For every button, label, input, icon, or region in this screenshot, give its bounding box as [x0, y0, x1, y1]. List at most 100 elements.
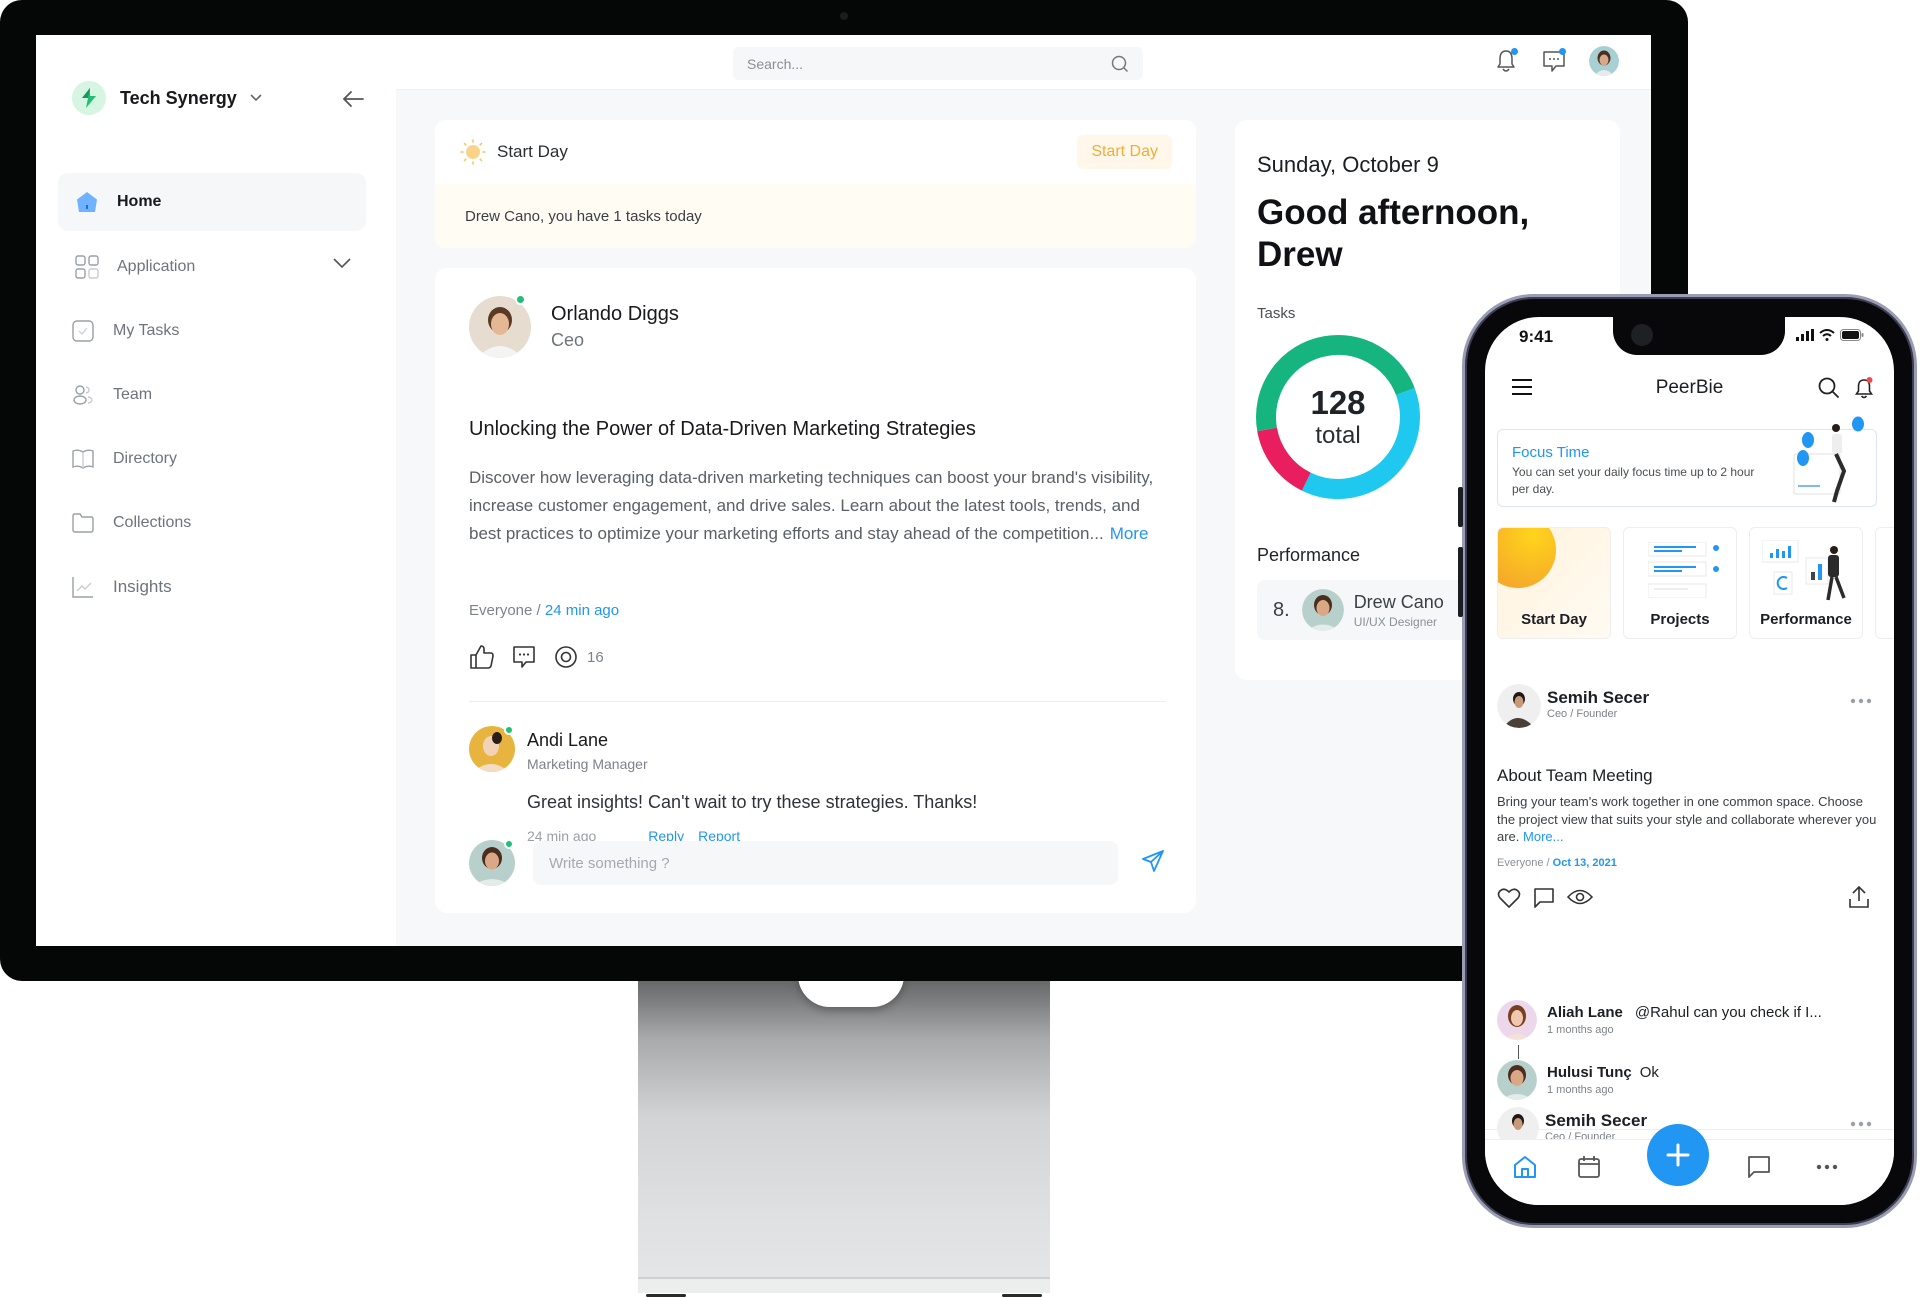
post-author-name[interactable]: Semih Secer	[1545, 1111, 1647, 1131]
mobile-tab-bar	[1485, 1124, 1894, 1205]
commenter-name[interactable]: Andi Lane	[527, 730, 608, 751]
mobile-app-screen: 9:41 PeerBie Focus Time You can set your…	[1485, 317, 1894, 1205]
sidebar-item-label: Application	[117, 258, 196, 275]
monitor-camera	[840, 12, 848, 20]
sidebar-item-insights[interactable]: Insights	[58, 559, 366, 615]
sidebar-item-directory[interactable]: Directory	[58, 431, 366, 487]
sidebar-item-home[interactable]: Home	[58, 173, 366, 231]
comment-time: 1 months ago	[1547, 1084, 1614, 1096]
read-more-link[interactable]: More	[1110, 524, 1149, 543]
commenter-name-text[interactable]: Hulusi Tunç	[1547, 1064, 1632, 1081]
tile-projects[interactable]: Projects	[1623, 527, 1737, 639]
desktop-app-screen: Tech Synergy Home Application My Tasks T…	[36, 35, 1651, 946]
collapse-sidebar-button[interactable]	[341, 89, 365, 114]
commenter-avatar[interactable]	[469, 725, 515, 772]
focus-time-card[interactable]: Focus Time You can set your daily focus …	[1497, 416, 1877, 507]
mobile-post-meta: Everyone / Oct 13, 2021	[1497, 857, 1617, 869]
bell-icon[interactable]	[1854, 377, 1874, 399]
comment-composer	[469, 839, 1169, 886]
post-author-name[interactable]: Semih Secer	[1547, 688, 1649, 708]
sidebar-item-label: Insights	[113, 577, 172, 596]
post-author: Orlando Diggs Ceo	[469, 294, 679, 358]
send-button[interactable]	[1140, 848, 1166, 879]
share-upload-icon[interactable]	[1848, 885, 1870, 909]
quick-actions: Start Day Projects Performance	[1497, 527, 1894, 639]
tasks-total-label: total	[1315, 422, 1361, 449]
avatar-image	[1497, 1060, 1537, 1100]
start-day-card: Start Day Start Day Drew Cano, you have …	[435, 120, 1196, 248]
tile-start-day[interactable]: Start Day	[1497, 527, 1611, 639]
chevron-down-icon	[250, 94, 262, 102]
post-time: 24 min ago	[544, 602, 620, 619]
sidebar-item-label: Collections	[113, 514, 192, 531]
search-input[interactable]	[747, 55, 1111, 72]
tile-label: Performance	[1760, 611, 1852, 628]
comment-icon[interactable]	[1533, 887, 1555, 909]
post-author-avatar[interactable]	[1497, 684, 1541, 728]
comment-icon[interactable]	[511, 644, 537, 670]
author-name[interactable]: Orlando Diggs	[551, 303, 679, 326]
sidebar-item-team[interactable]: Team	[58, 367, 366, 423]
commenter-avatar[interactable]	[1497, 1000, 1537, 1040]
heart-icon[interactable]	[1497, 887, 1521, 909]
mobile-comment: Aliah Lane @Rahul can you check if I... 1…	[1497, 1000, 1877, 1046]
phone-device: 9:41 PeerBie Focus Time You can set your…	[1458, 294, 1917, 1228]
balloon-illustration	[1793, 416, 1864, 503]
tile-label: Start Day	[1521, 611, 1587, 628]
author-avatar[interactable]	[469, 294, 531, 358]
mobile-post-header: Semih Secer Ceo / Founder	[1497, 684, 1882, 734]
mobile-post-body: Bring your team's work together in one c…	[1497, 793, 1882, 846]
signal-icon	[1796, 329, 1814, 341]
search-icon[interactable]	[1818, 377, 1840, 399]
comment-text: Ok	[1639, 1064, 1659, 1081]
online-indicator	[504, 839, 514, 849]
more-options-icon[interactable]	[1850, 698, 1872, 704]
create-button[interactable]	[1647, 1124, 1709, 1186]
performance-illustration	[1762, 540, 1846, 601]
wifi-icon	[1819, 329, 1835, 341]
user-avatar[interactable]	[1589, 46, 1619, 76]
battery-icon	[1840, 329, 1864, 341]
mobile-post-actions	[1497, 885, 1882, 915]
tab-home[interactable]	[1505, 1152, 1545, 1182]
sidebar-item-application[interactable]: Application	[58, 239, 366, 295]
eye-icon[interactable]	[1567, 888, 1593, 906]
start-day-button[interactable]: Start Day	[1077, 135, 1172, 169]
search-icon[interactable]	[1111, 55, 1129, 73]
workspace-switcher[interactable]: Tech Synergy	[72, 81, 263, 115]
topbar	[396, 35, 1651, 90]
like-thumb-icon[interactable]	[469, 644, 495, 670]
mobile-comment: Hulusi Tunç Ok 1 months ago	[1497, 1060, 1877, 1106]
tab-chat[interactable]	[1739, 1152, 1779, 1182]
sidebar: Tech Synergy Home Application My Tasks T…	[36, 35, 396, 946]
home-icon	[74, 189, 100, 215]
post-author-role: Ceo / Founder	[1547, 708, 1618, 720]
mobile-read-more-link[interactable]: More...	[1523, 829, 1563, 844]
search-box[interactable]	[733, 47, 1143, 80]
tile-performance[interactable]: Performance	[1749, 527, 1863, 639]
sun-icon	[460, 139, 486, 165]
comment-text: @Rahul can you check if I...	[1634, 1004, 1822, 1021]
sidebar-item-my-tasks[interactable]: My Tasks	[58, 303, 366, 359]
notifications-button[interactable]	[1493, 46, 1519, 76]
start-day-title: Start Day	[497, 142, 568, 161]
tasks-total: 128	[1310, 384, 1366, 421]
monitor-frame: Tech Synergy Home Application My Tasks T…	[0, 0, 1688, 981]
performer-role: UI/UX Designer	[1353, 614, 1438, 629]
tile-more[interactable]	[1875, 527, 1894, 639]
commenter-avatar[interactable]	[1497, 1060, 1537, 1100]
folder-icon	[70, 510, 96, 536]
tab-more[interactable]	[1807, 1152, 1847, 1182]
mobile-post-title: About Team Meeting	[1497, 766, 1653, 785]
post-body-text: Discover how leveraging data-driven mark…	[469, 468, 1154, 543]
commenter-name-text[interactable]: Aliah Lane	[1547, 1004, 1623, 1021]
more-options-icon[interactable]	[1850, 1121, 1872, 1127]
arrow-left-icon	[342, 91, 364, 107]
messages-button[interactable]	[1541, 46, 1567, 76]
tab-calendar[interactable]	[1569, 1152, 1609, 1182]
grid-icon	[74, 254, 100, 280]
sidebar-item-collections[interactable]: Collections	[58, 495, 366, 551]
tasks-donut-chart[interactable]: 128 total	[1253, 332, 1423, 502]
comment-text: Great insights! Can't wait to try these …	[527, 792, 978, 812]
comment-input[interactable]	[533, 841, 1118, 885]
